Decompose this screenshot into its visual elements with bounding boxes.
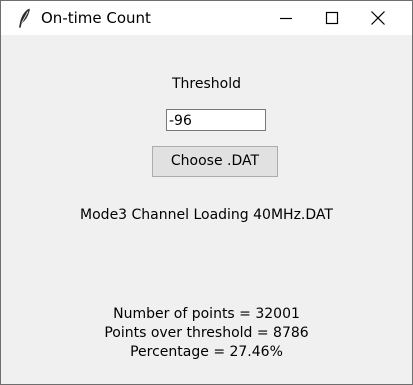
minimize-button[interactable] — [263, 1, 309, 35]
points-over-threshold-label: Points over threshold = 8786 — [104, 325, 309, 341]
number-of-points-label: Number of points = 32001 — [113, 306, 300, 322]
percentage-label: Percentage = 27.46% — [130, 344, 283, 360]
threshold-label: Threshold — [172, 76, 241, 92]
close-icon — [370, 10, 386, 26]
maximize-icon — [325, 11, 339, 25]
choose-dat-button[interactable]: Choose .DAT — [152, 146, 278, 177]
threshold-input[interactable] — [166, 109, 266, 131]
feather-icon — [15, 7, 33, 29]
window-title: On-time Count — [41, 9, 151, 27]
app-window: On-time Count Threshold -96 Choose .DAT … — [0, 0, 413, 385]
title-bar[interactable]: On-time Count — [1, 1, 412, 35]
minimize-icon — [279, 11, 293, 25]
loaded-file-label: Mode3 Channel Loading 40MHz.DAT — [80, 207, 333, 223]
close-button[interactable] — [355, 1, 401, 35]
window-content: Threshold Choose .DAT Mode3 Channel Load… — [1, 35, 412, 384]
maximize-button[interactable] — [309, 1, 355, 35]
